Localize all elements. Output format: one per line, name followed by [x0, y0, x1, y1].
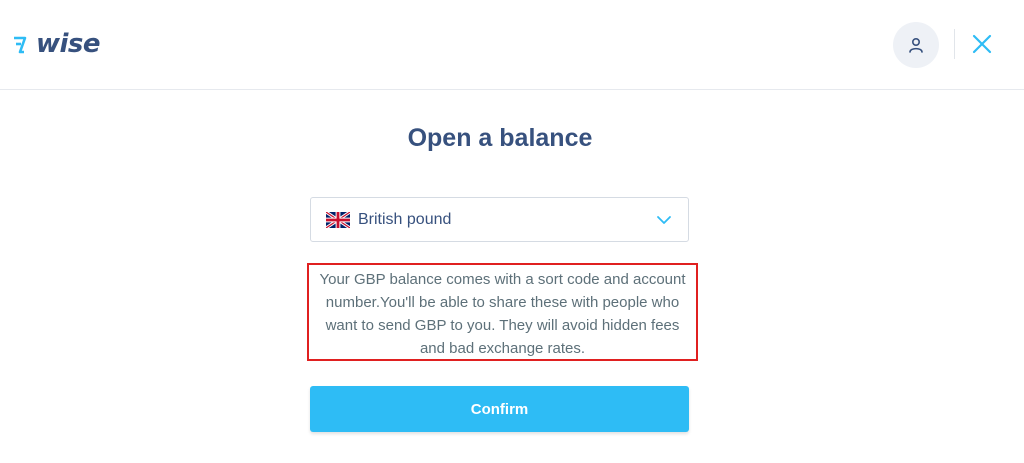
gbp-balance-info-text: Your GBP balance comes with a sort code …: [319, 271, 686, 357]
close-button[interactable]: [967, 29, 997, 59]
profile-button[interactable]: [893, 22, 939, 68]
uk-flag-icon: [326, 211, 350, 228]
top-bar: wise: [0, 0, 1024, 90]
page-title: Open a balance: [407, 124, 593, 152]
currency-select[interactable]: British pound: [310, 197, 689, 242]
wise-logo-text: wise: [36, 29, 101, 59]
close-icon: [972, 34, 992, 54]
open-balance-page: wise Open a balance British pound Your G…: [0, 0, 1024, 463]
gbp-balance-info: Your GBP balance comes with a sort code …: [307, 263, 698, 361]
currency-select-value: British pound: [358, 210, 452, 228]
header-divider: [954, 29, 955, 59]
confirm-button[interactable]: Confirm: [310, 386, 689, 432]
chevron-down-icon: [657, 216, 671, 224]
wise-flag-icon: [14, 36, 27, 54]
wise-logo[interactable]: wise: [12, 28, 101, 60]
user-icon: [909, 37, 923, 53]
